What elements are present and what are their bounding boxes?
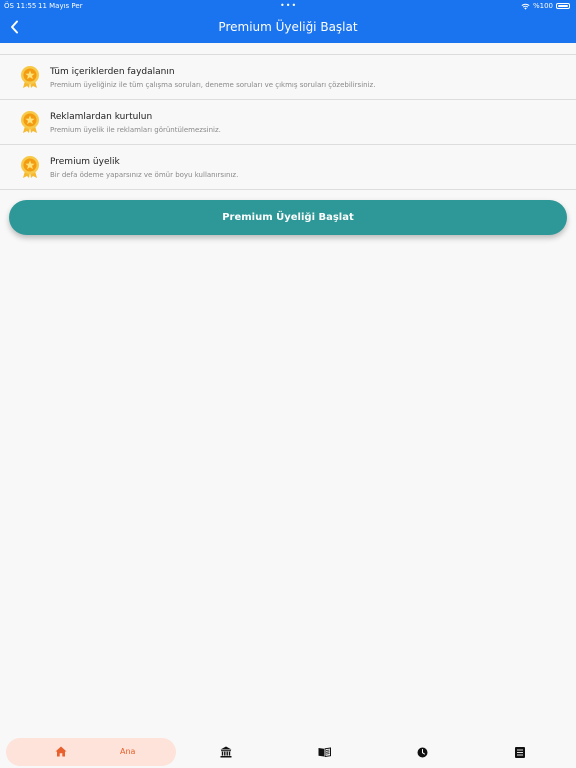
feature-title: Tüm içeriklerden faydalanın [50, 67, 175, 77]
feature-description: Premium üyeliğiniz ile tüm çalışma sorul… [50, 81, 376, 89]
status-right: %100 [521, 0, 570, 12]
tab-home-label: Ana [120, 747, 136, 756]
feature-description: Premium üyelik ile reklamları görüntülem… [50, 126, 221, 134]
list-icon [515, 746, 525, 758]
page-title: Premium Üyeliği Başlat [218, 20, 358, 34]
status-date: 11 Mayıs Per [38, 2, 83, 10]
feature-item: Tüm içeriklerden faydalanın Premium üyel… [0, 55, 576, 100]
feature-item: Reklamlardan kurtulun Premium üyelik ile… [0, 100, 576, 145]
premium-screen: ÖS 11:55 11 Mayıs Per ••• %100 Premium Ü… [0, 0, 576, 768]
status-time: ÖS 11:55 [4, 2, 37, 10]
status-bar: ÖS 11:55 11 Mayıs Per ••• %100 [0, 0, 576, 12]
medal-icon [21, 66, 39, 88]
start-premium-button[interactable]: Premium Üyeliği Başlat [9, 200, 567, 235]
book-icon [318, 747, 331, 757]
feature-title: Premium üyelik [50, 157, 120, 167]
header: ÖS 11:55 11 Mayıs Per ••• %100 Premium Ü… [0, 0, 576, 43]
home-icon [55, 746, 67, 757]
battery-percent: %100 [532, 2, 553, 10]
bank-icon [220, 746, 232, 758]
clock-icon [417, 747, 427, 757]
tab-list[interactable] [508, 738, 532, 766]
feature-description: Bir defa ödeme yaparsınız ve ömür boyu k… [50, 171, 239, 179]
feature-title: Reklamlardan kurtulun [50, 112, 153, 122]
tab-home[interactable]: Ana [6, 738, 176, 766]
multitasking-dots[interactable]: ••• [280, 0, 297, 12]
tab-bar: Ana [0, 736, 576, 768]
tab-institutions[interactable] [214, 738, 238, 766]
battery-icon [556, 3, 570, 9]
feature-item: Premium üyelik Bir defa ödeme yaparsınız… [0, 145, 576, 190]
tab-books[interactable] [312, 738, 336, 766]
medal-icon [21, 156, 39, 178]
medal-icon [21, 111, 39, 133]
feature-list: Tüm içeriklerden faydalanın Premium üyel… [0, 54, 576, 190]
wifi-icon [521, 3, 530, 10]
tab-history[interactable] [410, 738, 434, 766]
